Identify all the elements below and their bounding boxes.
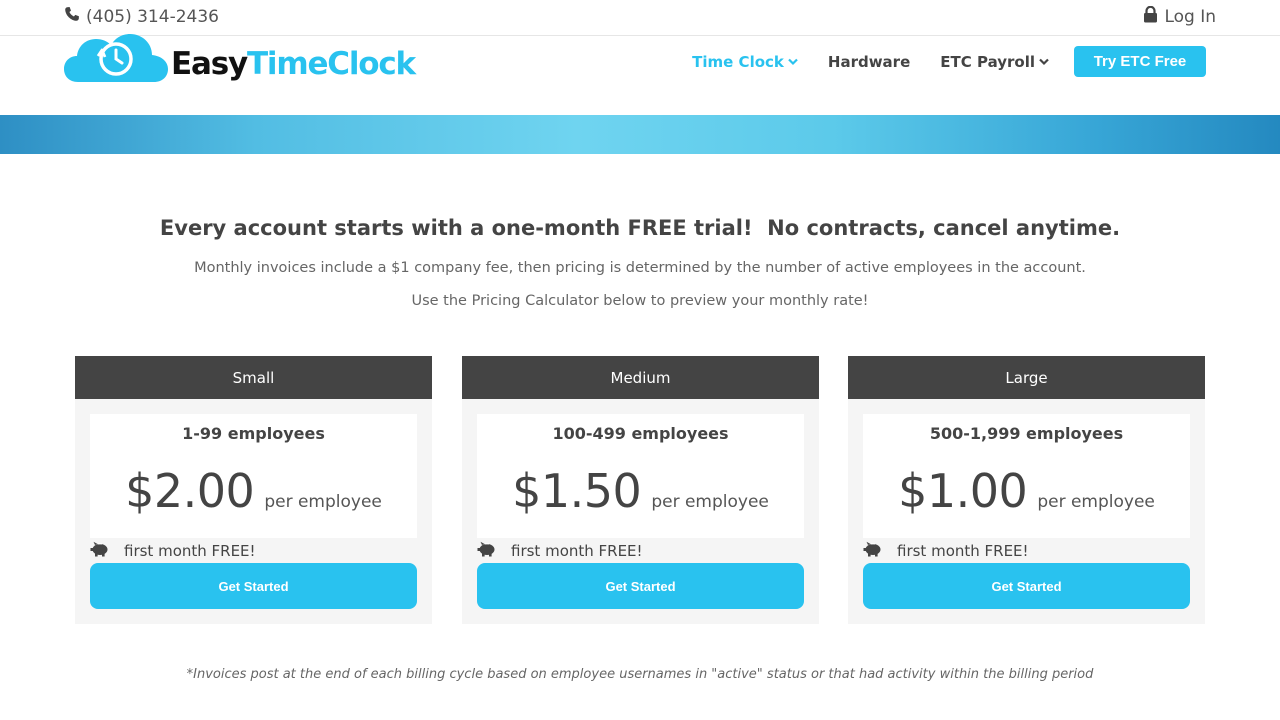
plan-price-box: 1-99 employees $2.00 per employee <box>90 414 417 538</box>
try-free-button[interactable]: Try ETC Free <box>1074 46 1206 77</box>
plan-price-row: $1.00 per employee <box>863 464 1190 518</box>
nav-time-clock-label: Time Clock <box>692 52 784 71</box>
pricing-calculator-hint: Use the Pricing Calculator below to prev… <box>411 293 869 309</box>
plan-perk: first month FREE! <box>863 541 1029 561</box>
nav-hardware[interactable]: Hardware <box>828 53 910 71</box>
plan-name: Large <box>848 356 1205 399</box>
nav-etc-payroll-label: ETC Payroll <box>940 52 1035 71</box>
get-started-button[interactable]: Get Started <box>477 563 804 609</box>
top-bar: (405) 314-2436 Log In <box>0 0 1280 36</box>
plan-card-medium: Medium 100-499 employees $1.50 per emplo… <box>462 356 819 624</box>
lock-icon <box>1143 5 1158 28</box>
plan-price-row: $2.00 per employee <box>90 464 417 518</box>
plan-price: $1.00 <box>898 464 1028 518</box>
plan-price: $2.00 <box>125 464 255 518</box>
get-started-button[interactable]: Get Started <box>863 563 1190 609</box>
logo-word-easy: Easy <box>171 46 248 82</box>
plan-perk-label: first month FREE! <box>124 542 256 560</box>
chevron-down-icon <box>1039 56 1049 69</box>
plan-perk-label: first month FREE! <box>897 542 1029 560</box>
plan-price: $1.50 <box>512 464 642 518</box>
login-label: Log In <box>1164 7 1216 27</box>
nav-hardware-label: Hardware <box>827 52 911 71</box>
plan-price-unit: per employee <box>1037 492 1155 512</box>
plan-employee-range: 500-1,999 employees <box>929 424 1124 443</box>
phone-contact[interactable]: (405) 314-2436 <box>64 6 219 27</box>
logo-wordmark: EasyTimeClock <box>171 46 416 82</box>
plan-price-unit: per employee <box>264 492 382 512</box>
logo-word-timeclock: TimeClock <box>246 46 416 82</box>
plan-employee-range: 1-99 employees <box>182 424 325 443</box>
get-started-button[interactable]: Get Started <box>90 563 417 609</box>
site-header: EasyTimeClock Time Clock Hardware ETC Pa… <box>0 34 1280 115</box>
plan-card-large: Large 500-1,999 employees $1.00 per empl… <box>848 356 1205 624</box>
nav-etc-payroll[interactable]: ETC Payroll <box>940 53 1049 71</box>
plan-price-row: $1.50 per employee <box>477 464 804 518</box>
plan-perk-label: first month FREE! <box>511 542 643 560</box>
plan-name: Medium <box>462 356 819 399</box>
hero-banner-strip <box>0 115 1280 154</box>
plan-perk: first month FREE! <box>90 541 256 561</box>
piggy-bank-icon <box>477 541 497 561</box>
plan-price-box: 500-1,999 employees $1.00 per employee <box>863 414 1190 538</box>
plan-price-unit: per employee <box>651 492 769 512</box>
phone-icon <box>64 6 80 27</box>
plan-card-small: Small 1-99 employees $2.00 per employee … <box>75 356 432 624</box>
login-link[interactable]: Log In <box>1143 5 1216 28</box>
plan-perk: first month FREE! <box>477 541 643 561</box>
phone-number: (405) 314-2436 <box>86 6 219 27</box>
site-logo[interactable]: EasyTimeClock <box>64 34 436 88</box>
piggy-bank-icon <box>863 541 883 561</box>
plan-name: Small <box>75 356 432 399</box>
pricing-description: Monthly invoices include a $1 company fe… <box>194 260 1086 276</box>
nav-time-clock[interactable]: Time Clock <box>692 53 798 71</box>
clock-cloud-logo-icon <box>64 34 170 88</box>
chevron-down-icon <box>788 56 798 69</box>
main-nav: Time Clock Hardware ETC Payroll Try ETC … <box>662 46 1206 77</box>
pricing-headline: Every account starts with a one-month FR… <box>159 216 1121 240</box>
plan-employee-range: 100-499 employees <box>552 424 729 443</box>
billing-footnote: *Invoices post at the end of each billin… <box>186 667 1094 682</box>
plan-price-box: 100-499 employees $1.50 per employee <box>477 414 804 538</box>
piggy-bank-icon <box>90 541 110 561</box>
